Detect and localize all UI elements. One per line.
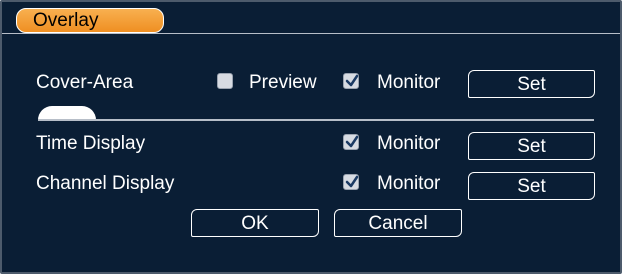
preview-label: Preview — [249, 72, 317, 93]
time-display-monitor-checkbox[interactable] — [343, 134, 359, 150]
cover-area-slider-track[interactable] — [38, 119, 594, 121]
cover-area-monitor-label: Monitor — [377, 72, 441, 93]
cover-area-slider-handle[interactable] — [38, 106, 96, 120]
preview-checkbox[interactable] — [217, 73, 233, 89]
channel-display-set-button[interactable]: Set — [468, 172, 595, 200]
channel-display-monitor-checkbox[interactable] — [343, 174, 359, 190]
checkmark-icon — [345, 135, 359, 148]
overlay-dialog: Overlay Cover-Area Preview Monitor Set T… — [0, 0, 622, 274]
time-display-monitor-label: Monitor — [377, 133, 441, 154]
checkmark-icon — [345, 175, 359, 188]
time-display-label: Time Display — [36, 133, 146, 154]
title-tab: Overlay — [16, 8, 164, 33]
cover-area-monitor-checkbox[interactable] — [343, 73, 359, 89]
cover-area-label: Cover-Area — [36, 72, 134, 93]
header-divider — [2, 33, 620, 34]
cover-area-set-button[interactable]: Set — [468, 70, 595, 98]
channel-display-label: Channel Display — [36, 173, 175, 194]
ok-button[interactable]: OK — [191, 209, 319, 237]
dialog-title: Overlay — [33, 10, 99, 31]
time-display-set-button[interactable]: Set — [468, 132, 595, 160]
checkmark-icon — [345, 74, 359, 87]
cancel-button[interactable]: Cancel — [334, 209, 462, 237]
channel-display-monitor-label: Monitor — [377, 173, 441, 194]
